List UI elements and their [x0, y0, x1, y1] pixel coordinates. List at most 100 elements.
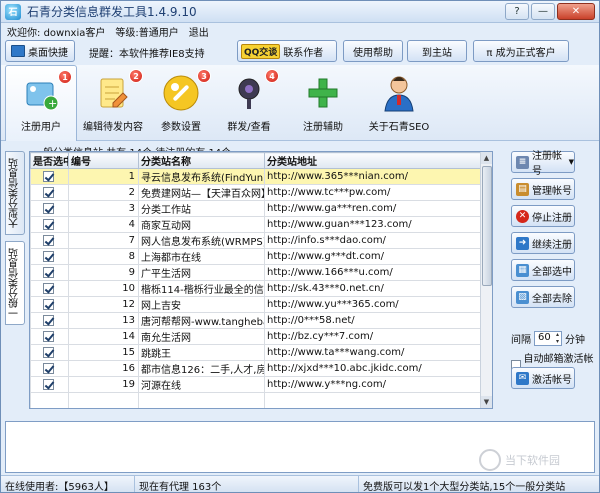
desktop-shortcut-button[interactable]: 桌面快捷	[5, 40, 75, 62]
table-row[interactable]: 9 广平生活网 http://www.166***u.com/	[30, 264, 481, 281]
row-id: 13	[68, 312, 139, 329]
scroll-thumb[interactable]	[482, 166, 492, 286]
empty-cell	[138, 392, 265, 408]
row-select-cell[interactable]	[30, 376, 69, 393]
row-id: 7	[68, 232, 139, 249]
contact-author-button[interactable]: QQ交谈 联系作者	[237, 40, 337, 62]
row-site-url: http://www.tc***pw.com/	[264, 184, 481, 201]
row-select-cell[interactable]	[30, 280, 69, 297]
table-row[interactable]: 3 分类工作站 http://www.ga***ren.com/	[30, 200, 481, 217]
row-select-cell[interactable]	[30, 216, 69, 233]
row-select-cell[interactable]	[30, 360, 69, 377]
browser-tip: 提醒：本软件推荐IE8支持	[89, 49, 205, 60]
row-site-name: 商家互动网	[138, 216, 265, 233]
col-url[interactable]: 分类站地址	[264, 152, 481, 169]
table-row[interactable]: 4 商家互动网 http://www.guan***123.com/	[30, 216, 481, 233]
upgrade-button[interactable]: π 成为正式客户	[473, 40, 569, 62]
tool-register-helper[interactable]: 注册辅助	[291, 65, 355, 141]
row-checkbox[interactable]	[43, 202, 54, 214]
row-select-cell[interactable]	[30, 344, 69, 361]
table-row[interactable]: 12 网上吉安 http://www.yu***365.com/	[30, 296, 481, 313]
row-select-cell[interactable]	[30, 328, 69, 345]
scroll-down-icon[interactable]: ▼	[481, 396, 492, 408]
col-selected[interactable]: 是否选中	[30, 152, 69, 169]
row-site-url: http://www.g***dt.com/	[264, 248, 481, 265]
row-select-cell[interactable]	[30, 264, 69, 281]
status-online-users: 在线使用者:【5963人】	[1, 476, 135, 492]
manage-account-button[interactable]: ▤ 管理帐号	[511, 178, 575, 200]
row-checkbox[interactable]	[43, 250, 54, 262]
row-site-url: http://sk.43***0.net.cn/	[264, 280, 481, 297]
tab-large-sites[interactable]: 大型分类信息站	[5, 151, 25, 235]
col-id[interactable]: 编号	[68, 152, 139, 169]
row-checkbox[interactable]	[43, 346, 54, 358]
help-window-button[interactable]: ?	[505, 3, 529, 20]
table-row[interactable]: 16都市信息126：二手,人才,房产,免费http://xjxd***10.ab…	[30, 360, 481, 377]
row-checkbox[interactable]	[43, 282, 54, 294]
table-row[interactable]: 14 南允生活网 http://bz.cy***7.com/	[30, 328, 481, 345]
row-select-cell[interactable]	[30, 312, 69, 329]
step-badge: 4	[265, 69, 279, 83]
table-row[interactable]: 19 河源在线 http://www.y***ng.com/	[30, 376, 481, 393]
row-checkbox[interactable]	[43, 362, 54, 374]
user-info-bar: 欢迎你: downxia客户 等级:普通用户 退出	[7, 24, 209, 39]
green-plus-icon	[303, 73, 343, 113]
deselect-all-button[interactable]: ▧ 全部去除	[511, 286, 575, 308]
activate-account-button[interactable]: ✉ 激活帐号	[511, 367, 575, 389]
row-checkbox[interactable]	[43, 314, 54, 326]
logout-link[interactable]: 退出	[189, 24, 209, 39]
select-all-icon: ▦	[516, 263, 529, 277]
table-row[interactable]: 10楷栎114-楷栎行业最全的信息交流http://sk.43***0.net.…	[30, 280, 481, 297]
table-row[interactable]: 7网人信息发布系统(WRMPS)|><最http://info.s***dao.…	[30, 232, 481, 249]
scroll-up-icon[interactable]: ▲	[481, 152, 492, 164]
table-row[interactable]: 2免费建网站—【天津百众网】打造http://www.tc***pw.com/	[30, 184, 481, 201]
interval-spinner[interactable]: 60	[534, 331, 562, 346]
tool-register-user[interactable]: + 1 注册用户	[5, 65, 77, 141]
register-account-label: 注册帐号	[532, 151, 562, 177]
minimize-button[interactable]: —	[531, 3, 555, 20]
table-header: 是否选中 编号 分类站名称 分类站地址	[30, 152, 481, 169]
tool-settings[interactable]: 3 参数设置	[149, 65, 213, 141]
select-all-button[interactable]: ▦ 全部选中	[511, 259, 575, 281]
continue-register-button[interactable]: ➜ 继续注册	[511, 232, 575, 254]
table-row[interactable]: 8 上海都市在线 http://www.g***dt.com/	[30, 248, 481, 265]
row-select-cell[interactable]	[30, 248, 69, 265]
row-checkbox[interactable]	[43, 218, 54, 230]
row-checkbox[interactable]	[43, 170, 54, 182]
stop-register-label: 停止注册	[532, 212, 572, 224]
table-row[interactable]: 13唐河帮帮网-www.tanghebangbanghttp://0***58.…	[30, 312, 481, 329]
row-site-url: http://www.guan***123.com/	[264, 216, 481, 233]
main-toolbar: + 1 注册用户 2 编辑待发内容 3 参数设置 4 群发/查看 注册辅助 关于…	[1, 65, 599, 141]
row-id: 8	[68, 248, 139, 265]
close-button[interactable]: ✕	[557, 3, 595, 20]
row-select-cell[interactable]	[30, 168, 69, 185]
tool-about[interactable]: 关于石青SEO	[361, 65, 437, 141]
row-checkbox[interactable]	[43, 298, 54, 310]
tool-broadcast[interactable]: 4 群发/查看	[217, 65, 281, 141]
stop-register-button[interactable]: ✕ 停止注册	[511, 205, 575, 227]
col-name[interactable]: 分类站名称	[138, 152, 265, 169]
row-select-cell[interactable]	[30, 184, 69, 201]
tool-label: 注册用户	[21, 122, 61, 133]
row-checkbox[interactable]	[43, 266, 54, 278]
tool-edit-content[interactable]: 2 编辑待发内容	[81, 65, 145, 141]
row-checkbox[interactable]	[43, 330, 54, 342]
tab-normal-sites[interactable]: 一般分类信息站	[5, 241, 25, 325]
notepad-pencil-icon	[93, 73, 133, 113]
row-select-cell[interactable]	[30, 200, 69, 217]
empty-row	[30, 392, 481, 408]
row-select-cell[interactable]	[30, 232, 69, 249]
goto-site-button[interactable]: 到主站	[407, 40, 467, 62]
table-scrollbar[interactable]: ▲ ▼	[480, 152, 492, 408]
row-site-name: 唐河帮帮网-www.tanghebangbang	[138, 312, 265, 329]
row-checkbox[interactable]	[43, 378, 54, 390]
help-button[interactable]: 使用帮助	[343, 40, 403, 62]
row-checkbox[interactable]	[43, 186, 54, 198]
microphone-icon	[229, 73, 269, 113]
table-row[interactable]: 15 跳跳王 http://www.ta***wang.com/	[30, 344, 481, 361]
table-row[interactable]: 1寻云信息发布系统(FindYun)|><最http://www.365***n…	[30, 168, 481, 185]
app-window: 石 石青分类信息群发工具1.4.9.10 ? — ✕ 欢迎你: downxia客…	[0, 0, 600, 493]
row-checkbox[interactable]	[43, 234, 54, 246]
register-account-button[interactable]: ≡ 注册帐号 ▼	[511, 151, 575, 177]
row-select-cell[interactable]	[30, 296, 69, 313]
